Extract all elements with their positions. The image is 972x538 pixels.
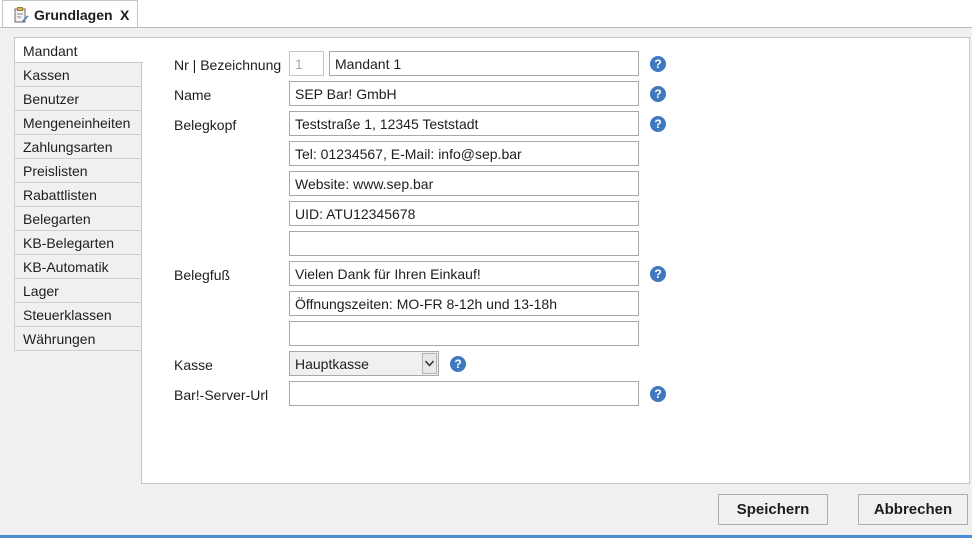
help-icon-name[interactable]: ?	[650, 86, 666, 102]
help-icon-belegkopf[interactable]: ?	[650, 116, 666, 132]
help-icon-nr[interactable]: ?	[650, 56, 666, 72]
sidebar-tab-kassen[interactable]: Kassen	[14, 62, 142, 87]
chevron-down-icon[interactable]	[422, 353, 437, 374]
sidebar-tab-mandant[interactable]: Mandant	[14, 37, 143, 63]
sidebar-tab-belegarten[interactable]: Belegarten	[14, 206, 142, 231]
nr-field[interactable]	[289, 51, 324, 76]
sidebar-tab-benutzer[interactable]: Benutzer	[14, 86, 142, 111]
save-button[interactable]: Speichern	[718, 494, 828, 525]
sidebar-tab-kb-belegarten[interactable]: KB-Belegarten	[14, 230, 142, 255]
sidebar-tab-waehrungen[interactable]: Währungen	[14, 326, 142, 351]
belegkopf-line-1-field[interactable]	[289, 111, 639, 136]
belegfuss-line-1-field[interactable]	[289, 261, 639, 286]
sidebar-tab-zahlungsarten[interactable]: Zahlungsarten	[14, 134, 142, 159]
sidebar-tab-preislisten[interactable]: Preislisten	[14, 158, 142, 183]
document-tab-close-button[interactable]: X	[120, 7, 129, 23]
help-icon-belegfuss[interactable]: ?	[650, 266, 666, 282]
kasse-label: Kasse	[174, 357, 213, 373]
help-icon-server-url[interactable]: ?	[650, 386, 666, 402]
sidebar-tab-rabattlisten[interactable]: Rabattlisten	[14, 182, 142, 207]
sidebar-tabs: Mandant Kassen Benutzer Mengeneinheiten …	[14, 37, 143, 351]
clipboard-edit-icon	[13, 7, 29, 23]
belegkopf-label: Belegkopf	[174, 117, 237, 133]
bezeichnung-field[interactable]	[329, 51, 639, 76]
belegkopf-line-3-field[interactable]	[289, 171, 639, 196]
belegkopf-line-4-field[interactable]	[289, 201, 639, 226]
sidebar-tab-steuerklassen[interactable]: Steuerklassen	[14, 302, 142, 327]
cancel-button[interactable]: Abbrechen	[858, 494, 968, 525]
belegkopf-line-5-field[interactable]	[289, 231, 639, 256]
document-tab-bar: Grundlagen X	[0, 0, 972, 27]
document-tab-title: Grundlagen	[34, 7, 113, 23]
belegfuss-label: Belegfuß	[174, 267, 231, 283]
kasse-select-value: Hauptkasse	[295, 356, 369, 372]
belegfuss-line-3-field[interactable]	[289, 321, 639, 346]
sidebar-tab-mengeneinheiten[interactable]: Mengeneinheiten	[14, 110, 142, 135]
server-url-field[interactable]	[289, 381, 639, 406]
belegfuss-line-2-field[interactable]	[289, 291, 639, 316]
sidebar-tab-kb-automatik[interactable]: KB-Automatik	[14, 254, 142, 279]
belegkopf-line-2-field[interactable]	[289, 141, 639, 166]
sidebar-tab-lager[interactable]: Lager	[14, 278, 142, 303]
document-tab-grundlagen[interactable]: Grundlagen X	[2, 0, 138, 27]
nr-bezeichnung-label: Nr | Bezeichnung	[174, 57, 282, 73]
name-label: Name	[174, 87, 212, 103]
name-field[interactable]	[289, 81, 639, 106]
server-url-label: Bar!-Server-Url	[174, 387, 269, 403]
help-icon-kasse[interactable]: ?	[450, 356, 466, 372]
kasse-select[interactable]: Hauptkasse	[289, 351, 439, 376]
